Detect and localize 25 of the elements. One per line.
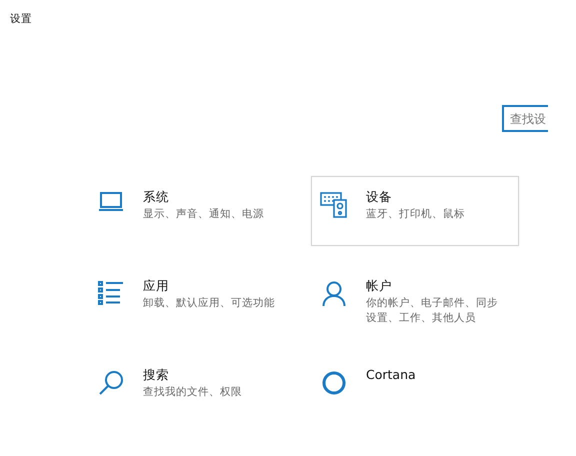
category-description: 你的帐户、电子邮件、同步设置、工作、其他人员 (366, 296, 499, 326)
ring-icon (321, 370, 347, 396)
search-field[interactable]: 查找设 (502, 105, 548, 132)
category-tile[interactable]: 搜索 查找我的文件、权限 (88, 354, 296, 424)
category-title: Cortana (366, 367, 416, 382)
keyboard-speaker-icon (320, 192, 348, 218)
category-title: 搜索 (143, 367, 169, 382)
category-title: 系统 (143, 189, 169, 204)
category-tile[interactable]: 应用 卸载、默认应用、可选功能 (88, 265, 296, 335)
category-description: 卸载、默认应用、可选功能 (143, 296, 276, 311)
laptop-icon (98, 192, 124, 212)
category-tile[interactable]: 设备 蓝牙、打印机、鼠标 (311, 176, 519, 246)
category-title: 应用 (143, 278, 169, 293)
category-title: 设备 (366, 189, 392, 204)
category-title: 帐户 (366, 278, 392, 293)
category-description: 蓝牙、打印机、鼠标 (366, 207, 466, 222)
category-description: 显示、声音、通知、电源 (143, 207, 265, 222)
category-tile[interactable]: 系统 显示、声音、通知、电源 (88, 176, 296, 246)
category-tile[interactable]: 帐户 你的帐户、电子邮件、同步设置、工作、其他人员 (311, 265, 519, 335)
category-description: 查找我的文件、权限 (143, 385, 243, 400)
window-title: 设置 (9, 12, 33, 27)
list-icon (98, 281, 124, 305)
search-icon (98, 370, 124, 396)
category-tile[interactable]: Cortana (311, 354, 519, 424)
person-icon (322, 281, 346, 307)
